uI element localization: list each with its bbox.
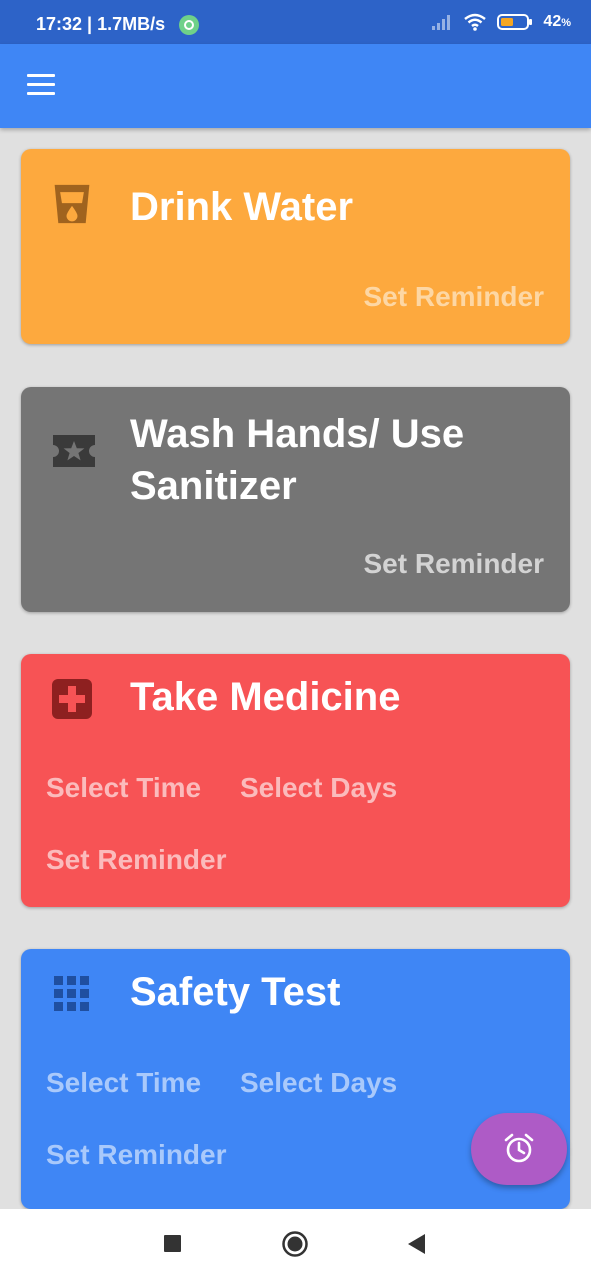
water-glass-icon bbox=[54, 184, 90, 224]
battery-unit: % bbox=[561, 17, 571, 29]
alarm-clock-icon bbox=[504, 1133, 534, 1163]
app-bar bbox=[0, 44, 591, 128]
status-time-speed: 17:32 | 1.7MB/s bbox=[36, 14, 166, 34]
card-title: Wash Hands/ Use Sanitizer bbox=[130, 412, 465, 508]
card-title: Take Medicine bbox=[130, 675, 401, 719]
medical-cross-icon bbox=[52, 679, 92, 719]
navigation-bar bbox=[0, 1209, 591, 1280]
status-left: 17:32 | 1.7MB/s bbox=[36, 14, 200, 35]
set-reminder-button[interactable]: Set Reminder bbox=[364, 280, 545, 314]
ticket-star-icon bbox=[53, 435, 95, 467]
drink-water-card: Drink Water Set Reminder bbox=[21, 149, 570, 344]
alarm-fab-button[interactable] bbox=[471, 1113, 567, 1185]
battery-icon bbox=[497, 14, 533, 30]
grid-dots-icon bbox=[54, 976, 89, 1011]
battery-percent: 42 bbox=[543, 13, 562, 30]
home-icon[interactable] bbox=[280, 1229, 310, 1259]
status-right: 42% bbox=[431, 13, 571, 31]
select-days-button[interactable]: Select Days bbox=[240, 1066, 397, 1100]
set-reminder-button[interactable]: Set Reminder bbox=[364, 547, 545, 581]
select-time-button[interactable]: Select Time bbox=[46, 1066, 201, 1100]
select-days-button[interactable]: Select Days bbox=[240, 771, 397, 805]
signal-icon bbox=[432, 15, 451, 30]
recent-apps-icon[interactable] bbox=[158, 1229, 188, 1259]
back-icon[interactable] bbox=[402, 1229, 432, 1259]
set-reminder-button[interactable]: Set Reminder bbox=[46, 1138, 227, 1172]
card-title: Safety Test bbox=[130, 970, 341, 1014]
battery-level: 42% bbox=[543, 13, 571, 31]
select-time-button[interactable]: Select Time bbox=[46, 771, 201, 805]
card-title: Drink Water bbox=[130, 185, 354, 229]
take-medicine-card: Take Medicine Select Time Select Days Se… bbox=[21, 654, 570, 907]
status-bar: 17:32 | 1.7MB/s 42% bbox=[0, 0, 591, 44]
wash-hands-card: Wash Hands/ Use Sanitizer Set Reminder bbox=[21, 387, 570, 612]
hamburger-menu-icon[interactable] bbox=[26, 74, 58, 98]
set-reminder-button[interactable]: Set Reminder bbox=[46, 843, 227, 877]
whatsapp-icon bbox=[179, 14, 200, 35]
wifi-icon bbox=[464, 13, 487, 31]
